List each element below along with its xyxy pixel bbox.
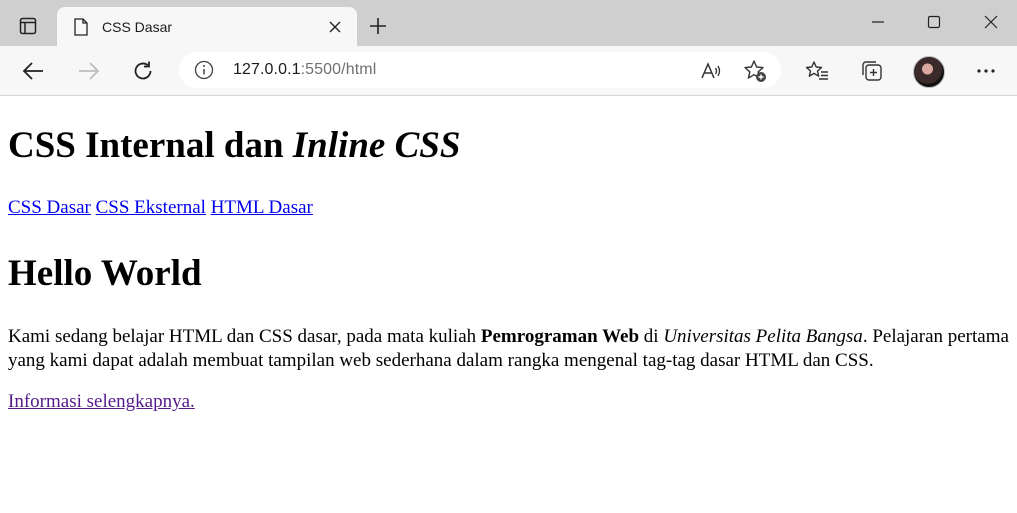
para-text-2: di [639,326,664,347]
page-title-italic: Inline CSS [292,125,461,166]
minimize-icon[interactable] [863,8,893,36]
info-icon[interactable] [194,60,214,80]
add-favorite-icon[interactable] [742,58,768,84]
close-window-icon[interactable] [976,8,1006,36]
more-info-link[interactable]: Informasi selengkapnya. [8,391,195,412]
address-bar[interactable]: 127.0.0.1:5500/html [179,52,781,88]
more-info: Informasi selengkapnya. [8,391,1009,413]
page-content: CSS Internal dan Inline CSS CSS Dasar CS… [0,96,1017,513]
nav-links: CSS Dasar CSS Eksternal HTML Dasar [8,197,1009,219]
hello-heading: Hello World [8,253,202,294]
refresh-icon[interactable] [129,57,157,85]
toolbar: 127.0.0.1:5500/html [0,46,1017,96]
more-icon[interactable] [972,57,1000,85]
nav-link-css-dasar[interactable]: CSS Dasar [8,197,91,218]
tab-bar: CSS Dasar [0,0,1017,46]
url-path: :5500/html [300,61,377,78]
read-aloud-icon[interactable] [698,58,724,84]
para-italic-university: Universitas Pelita Bangsa [663,326,863,347]
plus-icon[interactable] [366,14,390,38]
page-icon [72,17,90,37]
nav-link-css-eksternal[interactable]: CSS Eksternal [96,197,206,218]
tab-title: CSS Dasar [102,18,173,35]
page-title-main: CSS Internal dan [8,125,293,166]
close-icon[interactable] [323,15,347,39]
collections-icon[interactable] [858,57,886,85]
favorites-icon[interactable] [803,57,831,85]
url-host: 127.0.0.1 [233,61,301,78]
forward-arrow-icon [75,57,103,85]
page-title: CSS Internal dan Inline CSS [8,125,1009,167]
para-bold-course: Pemrograman Web [480,326,640,347]
maximize-icon[interactable] [919,8,949,36]
tab-actions-icon[interactable] [10,10,46,42]
para-text-1: Kami sedang belajar HTML dan CSS dasar, … [8,326,481,347]
back-arrow-icon[interactable] [19,57,47,85]
avatar[interactable] [913,56,945,88]
intro-paragraph: Kami sedang belajar HTML dan CSS dasar, … [8,325,1009,373]
tab-css-dasar[interactable]: CSS Dasar [57,7,357,46]
nav-link-html-dasar[interactable]: HTML Dasar [211,197,313,218]
url-text[interactable]: 127.0.0.1:5500/html [233,61,376,79]
